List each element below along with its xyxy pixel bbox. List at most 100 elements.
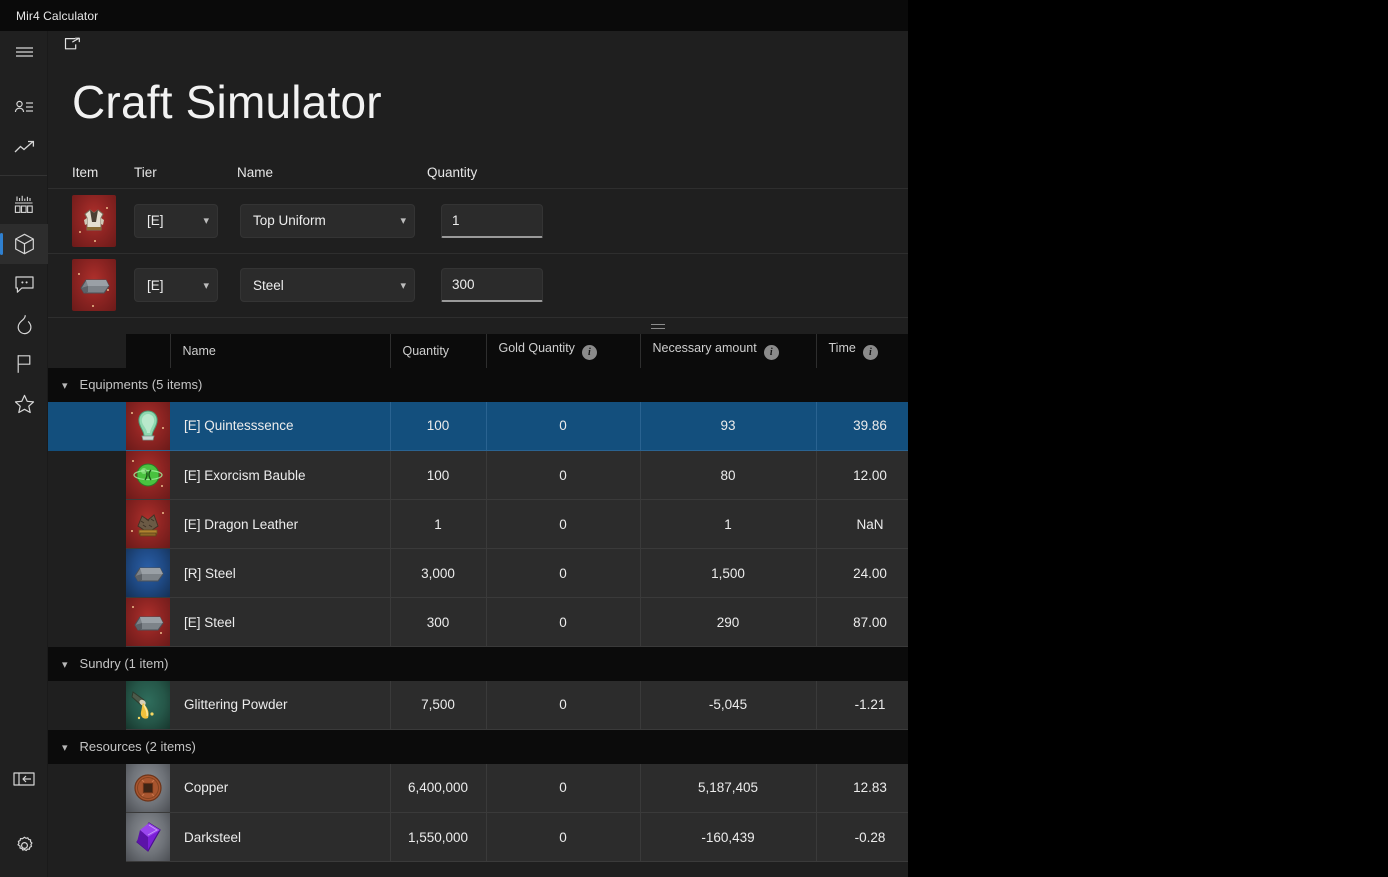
row-time: NaN [816,499,908,550]
header-gold-quantity-label: Gold Quantity [498,341,575,356]
row-gold-quantity: 0 [486,597,641,648]
row-pad [48,597,126,647]
table-row[interactable]: [E] Quintesssence 100 0 93 39.86 [48,401,908,452]
header-necessary-amount[interactable]: Necessary amount i [640,323,817,368]
quintessence-icon [126,401,170,450]
results-table: Name Quantity Gold Quantity i Necessary a… [48,323,908,863]
header-necessary-amount-label: Necessary amount [652,341,757,356]
row-quantity: 300 [390,597,487,648]
header-name[interactable]: Name [170,333,391,368]
table-row[interactable]: Darksteel 1,550,000 0 -160,439 -0.28 [48,812,908,863]
chevron-down-icon[interactable]: ▾ [62,741,68,754]
sidebar-item-settings[interactable] [0,825,48,865]
gear-icon [15,836,34,855]
sidebar-item-flame[interactable] [0,304,48,344]
row-gold-quantity: 0 [486,680,641,731]
page-title: Craft Simulator [72,76,382,128]
sidebar-item-flag[interactable] [0,344,48,384]
table-row[interactable]: Glittering Powder 7,500 0 -5,045 -1.21 [48,680,908,731]
body-area: Craft Simulator Item Tier Name Quantity [0,31,908,877]
row-name: Darksteel [170,812,391,863]
copper-coin-icon [126,763,170,812]
info-icon[interactable]: i [763,345,779,361]
group-header-cell[interactable]: ▾ Equipments (5 items) [48,367,908,402]
row-necessary-amount: 80 [640,450,817,501]
title-bar: Mir4 Calculator [0,0,908,31]
craft-header-name: Name [237,165,274,181]
open-external-icon[interactable] [64,37,81,58]
hamburger-menu-icon [15,45,34,58]
craft-row: [E] ▾ Top Uniform ▾ [48,187,908,253]
chevron-down-icon[interactable]: ▾ [62,658,68,671]
row-gold-quantity: 0 [486,450,641,501]
header-gold-quantity[interactable]: Gold Quantity i [486,333,641,368]
craft-quantity-input[interactable] [441,268,543,303]
row-pad [48,401,126,451]
group-header-cell[interactable]: ▾ Sundry (1 item) [48,646,908,681]
row-quantity: 100 [390,450,487,501]
group-header-row[interactable]: ▾ Equipments (5 items) [48,367,908,402]
table-row[interactable]: [E] Dragon Leather 1 0 1 NaN [48,499,908,550]
window-title: Mir4 Calculator [16,8,99,23]
row-quantity: 100 [390,401,487,452]
row-pad [48,548,126,598]
row-icon-cell [126,450,170,501]
craft-name-select[interactable]: Steel ▾ [240,268,415,303]
results-table-body: ▾ Equipments (5 items) [E] Quintesssence… [48,367,908,863]
craft-tier-value: [E] [147,277,164,293]
row-time: 87.00 [816,597,908,648]
bar-chart-icon [14,195,34,214]
row-time: -1.21 [816,680,908,731]
row-name: [E] Dragon Leather [170,499,391,550]
sidebar-item-signin[interactable] [0,759,48,799]
row-icon-cell [126,763,170,814]
contact-list-icon [14,99,34,115]
main-content: Craft Simulator Item Tier Name Quantity [48,31,908,877]
sidebar-item-stats[interactable] [0,184,48,224]
chevron-down-icon[interactable]: ▾ [62,379,68,392]
column-resize-grip[interactable] [650,323,665,331]
sidebar-item-trends[interactable] [0,127,48,167]
sidebar-item-chat[interactable] [0,264,48,304]
row-time: 39.86 [816,401,908,452]
craft-tier-select[interactable]: [E] ▾ [134,268,218,303]
row-time: 24.00 [816,548,908,599]
header-time[interactable]: Time i [816,333,908,368]
info-icon[interactable]: i [581,345,597,361]
row-name: Copper [170,763,391,814]
table-header-row: Name Quantity Gold Quantity i Necessary a… [48,323,908,368]
group-header-cell[interactable]: ▾ Resources (2 items) [48,729,908,764]
row-icon-cell [126,401,170,452]
craft-header-tier: Tier [134,165,157,181]
info-icon[interactable]: i [862,345,878,361]
row-necessary-amount: 5,187,405 [640,763,817,814]
sidebar-item-contacts[interactable] [0,87,48,127]
table-row[interactable]: Copper 6,400,000 0 5,187,405 12.83 [48,763,908,814]
group-header-row[interactable]: ▾ Resources (2 items) [48,729,908,764]
header-quantity[interactable]: Quantity [390,333,487,368]
table-row[interactable]: [R] Steel 3,000 0 1,500 24.00 [48,548,908,599]
row-quantity: 1,550,000 [390,812,487,863]
sign-in-panel-icon [13,771,35,787]
table-row[interactable]: [E] Exorcism Bauble 100 0 80 12.00 [48,450,908,501]
row-icon-cell [126,680,170,731]
craft-quantity-input[interactable] [441,203,543,238]
craft-name-value: Steel [253,277,284,293]
craft-tier-select[interactable]: [E] ▾ [134,203,218,238]
chevron-down-icon: ▾ [400,215,406,228]
row-gold-quantity: 0 [486,499,641,550]
sidebar-item-favorites[interactable] [0,384,48,424]
steel-ingot-icon [126,598,170,647]
group-header-row[interactable]: ▾ Sundry (1 item) [48,646,908,681]
chevron-down-icon: ▾ [203,215,209,228]
sidebar-item-menu[interactable] [0,31,48,71]
steel-ingot-thumbnail[interactable] [72,259,116,312]
sidebar-item-craft[interactable] [0,224,48,264]
flame-icon [16,314,33,335]
header-name-label: Name [182,343,216,358]
row-pad [48,499,126,549]
top-uniform-thumbnail[interactable] [72,194,116,247]
craft-header-item: Item [72,165,99,181]
craft-name-select[interactable]: Top Uniform ▾ [240,203,415,238]
table-row[interactable]: [E] Steel 300 0 290 87.00 [48,597,908,648]
